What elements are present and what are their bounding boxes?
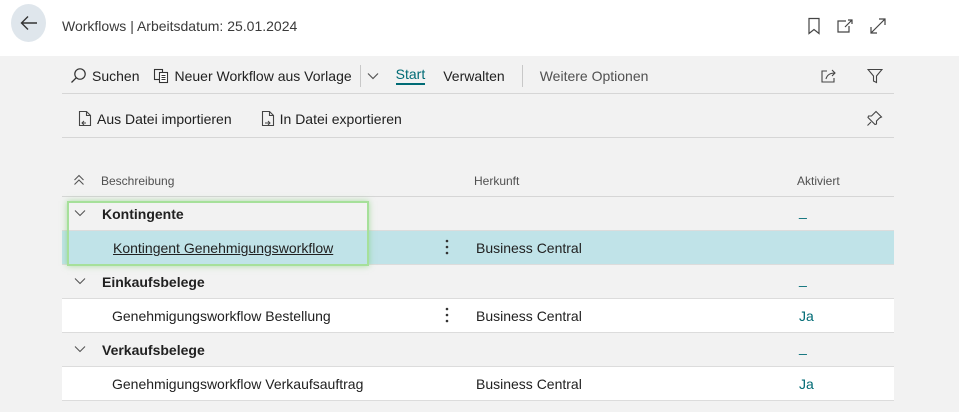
- workflow-origin: Business Central: [476, 308, 582, 324]
- more-actions-icon[interactable]: [442, 305, 452, 325]
- page-header: Workflows | Arbeitsdatum: 25.01.2024: [0, 0, 959, 56]
- share-button[interactable]: [820, 58, 843, 93]
- group-label: Kontingente: [102, 206, 184, 222]
- workflow-enabled: Ja: [799, 308, 814, 324]
- group-row-einkaufsbelege[interactable]: Einkaufsbelege _: [62, 265, 894, 299]
- group-enabled-value: _: [799, 203, 807, 219]
- tab-manage[interactable]: Verwalten: [443, 58, 504, 93]
- collapse-actions-button[interactable]: [367, 58, 384, 93]
- column-header-origin[interactable]: Herkunft: [474, 174, 519, 188]
- group-label: Einkaufsbelege: [102, 274, 205, 290]
- collapse-all-icon[interactable]: [73, 174, 85, 186]
- export-to-file-label: In Datei exportieren: [279, 110, 402, 127]
- toolbar-divider: [359, 64, 361, 87]
- secondary-action-bar: Aus Datei importieren In Datei exportier…: [62, 100, 894, 138]
- chevron-down-icon[interactable]: [73, 342, 87, 356]
- tab-manage-label: Verwalten: [443, 67, 505, 84]
- bookmark-icon[interactable]: [804, 16, 824, 36]
- table-row[interactable]: Genehmigungsworkflow Verkaufsauftrag Bus…: [62, 367, 894, 401]
- share-icon: [821, 69, 836, 83]
- arrow-left-icon: [20, 16, 37, 30]
- workflows-table: Beschreibung Herkunft Aktiviert Kontinge…: [62, 164, 894, 401]
- search-button[interactable]: Suchen: [70, 58, 139, 93]
- pin-icon: [867, 110, 883, 126]
- workflow-origin: Business Central: [476, 376, 582, 392]
- column-header-enabled[interactable]: Aktiviert: [797, 174, 840, 188]
- more-options-button[interactable]: Weitere Optionen: [540, 58, 649, 93]
- workflow-description-link[interactable]: Kontingent Genehmigungsworkflow: [113, 240, 333, 256]
- new-workflow-from-template-label: Neuer Workflow aus Vorlage: [174, 67, 352, 84]
- import-from-file-button[interactable]: Aus Datei importieren: [78, 100, 232, 137]
- table-row[interactable]: Genehmigungsworkflow Bestellung Business…: [62, 299, 894, 333]
- export-to-file-button[interactable]: In Datei exportieren: [261, 100, 402, 137]
- group-row-kontingente[interactable]: Kontingente _: [62, 197, 894, 231]
- group-enabled-value: _: [799, 271, 807, 287]
- search-button-label: Suchen: [92, 67, 140, 84]
- import-file-icon: [78, 110, 92, 127]
- chevron-down-icon[interactable]: [73, 206, 87, 220]
- open-new-window-icon[interactable]: [835, 16, 855, 36]
- chevron-down-icon[interactable]: [73, 274, 87, 288]
- workflow-description[interactable]: Genehmigungsworkflow Verkaufsauftrag: [112, 376, 363, 392]
- page-title: Workflows | Arbeitsdatum: 25.01.2024: [62, 18, 298, 34]
- group-label: Verkaufsbelege: [102, 342, 205, 358]
- expand-icon[interactable]: [868, 16, 888, 36]
- action-bar: Suchen Neuer Workflow aus Vorlage Start …: [62, 58, 894, 94]
- workflow-enabled: Ja: [799, 376, 814, 392]
- chevron-down-icon: [367, 72, 379, 79]
- new-workflow-from-template-button[interactable]: Neuer Workflow aus Vorlage: [153, 58, 352, 93]
- group-enabled-value: _: [799, 339, 807, 355]
- group-row-verkaufsbelege[interactable]: Verkaufsbelege _: [62, 333, 894, 367]
- toolbar-divider: [521, 64, 523, 87]
- workflow-description[interactable]: Genehmigungsworkflow Bestellung: [112, 308, 331, 324]
- tab-start[interactable]: Start: [395, 58, 426, 93]
- filter-icon: [867, 68, 883, 83]
- column-header-description[interactable]: Beschreibung: [101, 174, 174, 188]
- more-options-label: Weitere Optionen: [539, 67, 649, 84]
- table-row[interactable]: Kontingent Genehmigungsworkflow Business…: [62, 231, 894, 265]
- table-header: Beschreibung Herkunft Aktiviert: [62, 164, 894, 197]
- filter-button[interactable]: [867, 58, 888, 93]
- workflow-origin: Business Central: [476, 240, 582, 256]
- export-file-icon: [261, 110, 274, 127]
- search-icon: [71, 68, 86, 83]
- pin-actions-button[interactable]: [866, 100, 888, 137]
- template-icon: [154, 68, 169, 83]
- back-button[interactable]: [11, 4, 46, 42]
- tab-start-label: Start: [395, 66, 426, 85]
- more-actions-icon[interactable]: [442, 237, 452, 257]
- import-from-file-label: Aus Datei importieren: [97, 110, 232, 127]
